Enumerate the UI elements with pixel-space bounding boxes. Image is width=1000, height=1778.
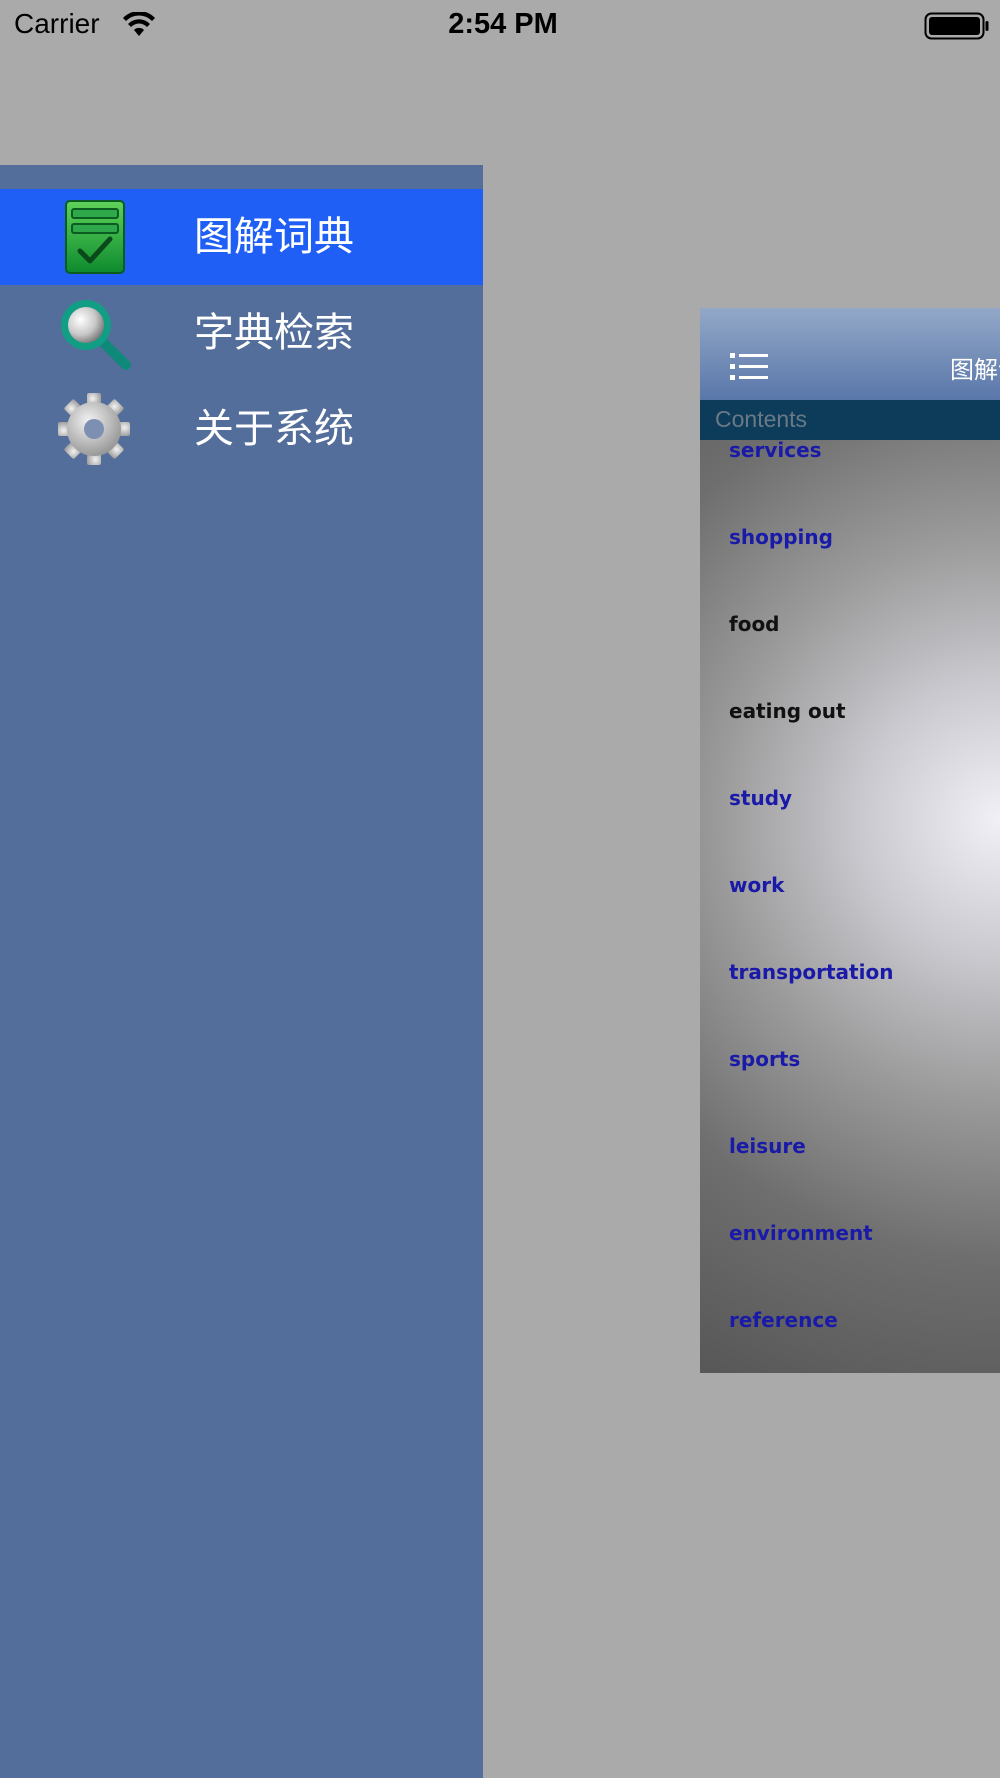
section-header-label: Contents (715, 406, 808, 432)
green-checklist-icon (65, 200, 125, 274)
section-header: Contents (700, 400, 1000, 440)
menu-item-label: 字典检索 (194, 310, 354, 356)
list-item[interactable]: transportation (729, 960, 893, 984)
list-item[interactable]: work (729, 873, 784, 897)
nav-title: 图解词典 (950, 356, 1000, 384)
gear-icon (58, 393, 130, 465)
list-item[interactable]: leisure (729, 1134, 806, 1158)
nav-bar: 图解词典 (700, 308, 1000, 400)
list-item[interactable]: sports (729, 1047, 800, 1071)
status-bar: Carrier 2:54 PM (0, 0, 1000, 50)
list-item[interactable]: shopping (729, 525, 833, 549)
list-item[interactable]: study (729, 786, 792, 810)
list-item[interactable]: environment (729, 1221, 873, 1245)
status-clock: 2:54 PM (448, 8, 558, 40)
battery-icon (924, 12, 989, 40)
magnifier-icon (61, 300, 131, 370)
menu-item-dictionary-search[interactable]: 字典检索 (0, 285, 483, 381)
menu-item-label: 图解词典 (194, 214, 354, 260)
side-menu: 图解词典 字典检索 关于系统 (0, 165, 483, 1778)
content-panel: 图解词典 Contents services shopping food eat… (700, 308, 1000, 1373)
list-item[interactable]: food (729, 612, 780, 636)
list-item[interactable]: services (729, 438, 822, 462)
menu-item-about-system[interactable]: 关于系统 (0, 381, 483, 477)
menu-item-illustrated-dictionary[interactable]: 图解词典 (0, 189, 483, 285)
list-menu-icon[interactable] (730, 352, 768, 382)
menu-item-label: 关于系统 (194, 406, 354, 452)
list-item[interactable]: eating out (729, 699, 846, 723)
list-item[interactable]: reference (729, 1308, 838, 1332)
